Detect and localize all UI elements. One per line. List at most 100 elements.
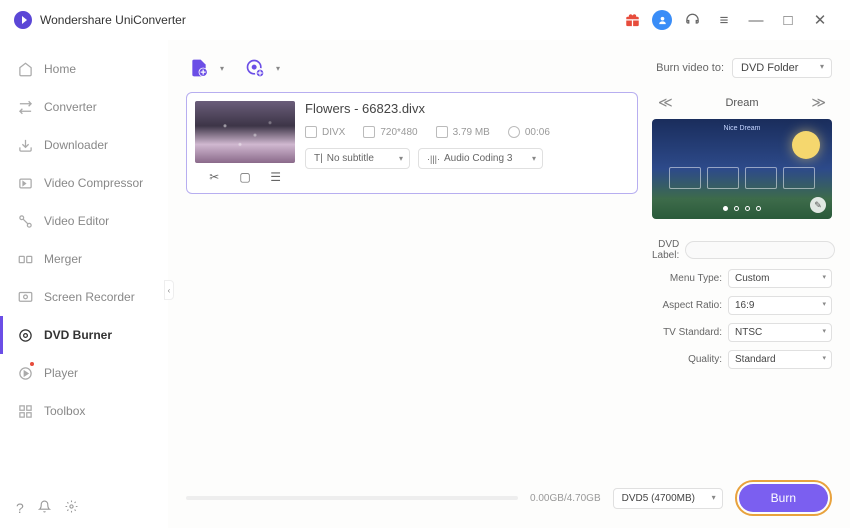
help-icon[interactable]: ? (16, 500, 24, 516)
bell-icon[interactable] (38, 500, 51, 516)
sidebar-item-label: Toolbox (44, 404, 85, 418)
crop-icon[interactable]: ▢ (237, 169, 253, 185)
dvd-label-input[interactable] (685, 241, 835, 259)
video-thumbnail[interactable] (195, 101, 295, 163)
burn-to-section: Burn video to: DVD Folder (656, 58, 832, 78)
moon-graphic (792, 131, 820, 159)
sidebar-footer: ? (0, 488, 168, 528)
quality-label: Quality: (652, 354, 722, 365)
file-duration: 00:06 (525, 127, 550, 138)
resolution-icon (363, 126, 375, 138)
collapse-sidebar-button[interactable]: ‹ (164, 280, 174, 300)
footer: 0.00GB/4.70GB DVD5 (4700MB) Burn (186, 470, 832, 516)
template-name: Dream (725, 97, 758, 109)
burn-to-label: Burn video to: (656, 62, 724, 74)
sidebar-item-label: DVD Burner (44, 328, 112, 342)
template-title: Nice Dream (724, 125, 761, 132)
sidebar-item-label: Video Compressor (44, 176, 143, 190)
home-icon (16, 60, 34, 78)
app-title: Wondershare UniConverter (40, 13, 186, 27)
disc-select[interactable]: DVD5 (4700MB) (613, 488, 723, 509)
add-disc-button[interactable] (242, 55, 268, 81)
gift-icon[interactable] (620, 8, 644, 32)
tv-standard-label: TV Standard: (652, 327, 722, 338)
aspect-ratio-select[interactable]: 16:9 (728, 296, 832, 315)
converter-icon (16, 98, 34, 116)
duration-icon (508, 126, 520, 138)
maximize-icon[interactable]: □ (776, 8, 800, 32)
menu-icon[interactable]: ≡ (712, 8, 736, 32)
sidebar-item-label: Screen Recorder (44, 290, 135, 304)
content: Burn video to: DVD Folder ✂ ▢ ☰ (168, 40, 850, 528)
sidebar-item-merger[interactable]: Merger (0, 240, 168, 278)
close-icon[interactable]: ✕ (808, 8, 832, 32)
file-size: 3.79 MB (453, 127, 490, 138)
titlebar: Wondershare UniConverter ≡ — □ ✕ (0, 0, 850, 40)
toolbar: Burn video to: DVD Folder (186, 52, 832, 84)
file-card[interactable]: ✂ ▢ ☰ Flowers - 66823.divx DIVX 720*480 … (186, 92, 638, 194)
sidebar-item-editor[interactable]: Video Editor (0, 202, 168, 240)
file-area: ✂ ▢ ☰ Flowers - 66823.divx DIVX 720*480 … (186, 92, 638, 470)
sidebar-item-compressor[interactable]: Video Compressor (0, 164, 168, 202)
file-format: DIVX (322, 127, 345, 138)
app-logo (14, 11, 32, 29)
sidebar-item-label: Video Editor (44, 214, 109, 228)
sidebar-item-player[interactable]: Player (0, 354, 168, 392)
burn-button-highlight: Burn (735, 480, 832, 516)
sidebar-item-downloader[interactable]: Downloader (0, 126, 168, 164)
sidebar-item-label: Merger (44, 252, 82, 266)
file-name: Flowers - 66823.divx (305, 101, 629, 116)
recorder-icon (16, 288, 34, 306)
burner-icon (16, 326, 34, 344)
player-icon (16, 364, 34, 382)
merger-icon (16, 250, 34, 268)
template-prev-button[interactable]: ≪ (652, 92, 679, 113)
template-nav: ≪ Dream ≫ (652, 92, 832, 113)
sidebar: Home Converter Downloader Video Compress… (0, 40, 168, 528)
settings-panel: DVD Label: Menu Type: Custom Aspect Ratio… (652, 239, 832, 369)
headset-icon[interactable] (680, 8, 704, 32)
burn-button[interactable]: Burn (739, 484, 828, 512)
subtitle-select[interactable]: T|No subtitle (305, 148, 410, 169)
template-preview[interactable]: Nice Dream ✎ (652, 119, 832, 219)
sidebar-item-label: Player (44, 366, 78, 380)
template-next-button[interactable]: ≫ (805, 92, 832, 113)
progress-bar (186, 496, 518, 500)
sidebar-item-label: Downloader (44, 138, 108, 152)
edit-template-icon[interactable]: ✎ (810, 197, 826, 213)
editor-icon (16, 212, 34, 230)
burn-to-select[interactable]: DVD Folder (732, 58, 832, 78)
size-icon (436, 126, 448, 138)
file-meta: DIVX 720*480 3.79 MB 00:06 (305, 126, 629, 138)
sidebar-item-converter[interactable]: Converter (0, 88, 168, 126)
menu-type-select[interactable]: Custom (728, 269, 832, 288)
nav: Home Converter Downloader Video Compress… (0, 40, 168, 488)
sidebar-item-label: Home (44, 62, 76, 76)
add-file-button[interactable] (186, 55, 212, 81)
minimize-icon[interactable]: — (744, 8, 768, 32)
format-icon (305, 126, 317, 138)
effects-icon[interactable]: ☰ (268, 169, 284, 185)
compressor-icon (16, 174, 34, 192)
sidebar-item-label: Converter (44, 100, 97, 114)
menu-type-label: Menu Type: (652, 273, 722, 284)
settings-icon[interactable] (65, 500, 78, 516)
notification-dot (30, 362, 34, 366)
size-text: 0.00GB/4.70GB (530, 493, 601, 504)
sidebar-item-home[interactable]: Home (0, 50, 168, 88)
tv-standard-select[interactable]: NTSC (728, 323, 832, 342)
thumb-tools: ✂ ▢ ☰ (195, 163, 295, 185)
dvd-label-label: DVD Label: (652, 239, 679, 261)
sidebar-item-recorder[interactable]: Screen Recorder (0, 278, 168, 316)
user-icon[interactable] (652, 10, 672, 30)
trim-icon[interactable]: ✂ (206, 169, 222, 185)
downloader-icon (16, 136, 34, 154)
audio-select[interactable]: ·|||·Audio Coding 3 (418, 148, 543, 169)
toolbox-icon (16, 402, 34, 420)
quality-select[interactable]: Standard (728, 350, 832, 369)
aspect-ratio-label: Aspect Ratio: (652, 300, 722, 311)
file-resolution: 720*480 (380, 127, 417, 138)
sidebar-item-toolbox[interactable]: Toolbox (0, 392, 168, 430)
right-panel: ≪ Dream ≫ Nice Dream ✎ DVD Label: Menu T… (652, 92, 832, 470)
sidebar-item-burner[interactable]: DVD Burner (0, 316, 168, 354)
